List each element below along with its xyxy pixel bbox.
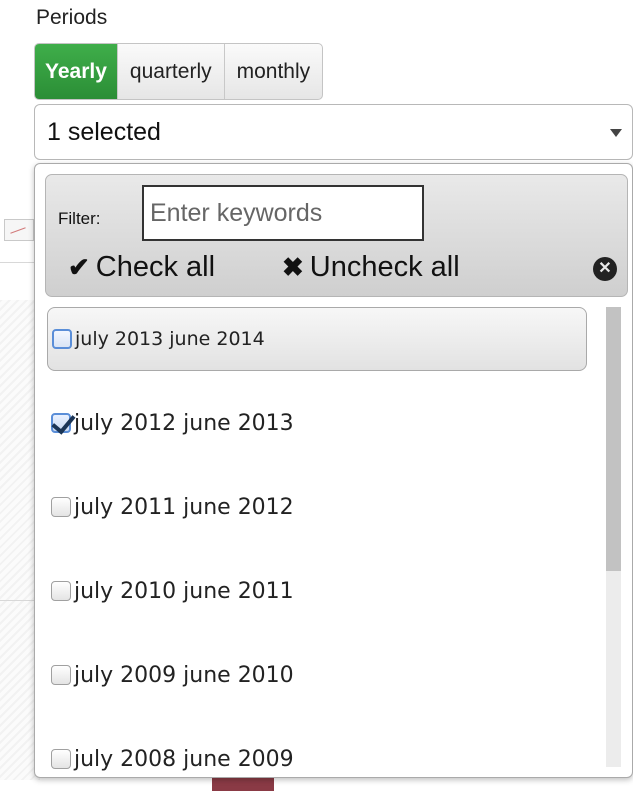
scrollbar-thumb[interactable] xyxy=(606,307,621,571)
option-label: july 2011 june 2012 xyxy=(74,494,294,520)
uncheck-all-label: Uncheck all xyxy=(309,251,460,283)
tab-yearly[interactable]: Yearly xyxy=(35,44,118,99)
option-checkbox[interactable] xyxy=(51,497,71,517)
background-divider xyxy=(0,600,36,601)
close-circle-icon[interactable]: ✕ xyxy=(593,257,617,281)
dropdown-header: Filter: ✔ Check all ✖ Uncheck all ✕ xyxy=(45,174,628,297)
option-checkbox[interactable] xyxy=(51,581,71,601)
option-item[interactable]: july 2011 june 2012 xyxy=(47,475,587,539)
scrollbar-track[interactable] xyxy=(606,307,621,767)
tab-quarterly[interactable]: quarterly xyxy=(118,44,225,99)
options-list: july 2013 june 2014 july 2012 june 2013 … xyxy=(35,304,595,774)
caret-down-icon xyxy=(610,129,622,137)
period-dropdown: Filter: ✔ Check all ✖ Uncheck all ✕ july… xyxy=(34,163,633,778)
option-label: july 2012 june 2013 xyxy=(74,410,294,436)
option-checkbox[interactable] xyxy=(51,749,71,769)
period-tabs: Yearly quarterly monthly xyxy=(34,43,324,100)
option-checkbox[interactable] xyxy=(52,329,72,349)
option-label: july 2008 june 2009 xyxy=(74,746,294,772)
option-item[interactable]: july 2012 june 2013 xyxy=(47,391,587,455)
check-icon: ✔ xyxy=(68,252,90,282)
option-label: july 2009 june 2010 xyxy=(74,662,294,688)
check-all-button[interactable]: ✔ Check all xyxy=(68,251,215,284)
option-item[interactable]: july 2009 june 2010 xyxy=(47,643,587,707)
tab-monthly[interactable]: monthly xyxy=(225,44,323,99)
option-item[interactable]: july 2013 june 2014 xyxy=(47,307,587,371)
filter-input[interactable] xyxy=(142,185,424,241)
option-label: july 2013 june 2014 xyxy=(75,328,265,350)
filter-label: Filter: xyxy=(58,209,101,228)
period-select[interactable]: 1 selected xyxy=(34,104,633,160)
background-divider xyxy=(0,262,36,263)
option-label: july 2010 june 2011 xyxy=(74,578,294,604)
x-icon: ✖ xyxy=(282,252,304,282)
uncheck-all-button[interactable]: ✖ Uncheck all xyxy=(282,251,460,284)
periods-label: Periods xyxy=(36,6,108,29)
background-chart-icon xyxy=(4,219,34,241)
option-checkbox[interactable] xyxy=(51,665,71,685)
select-value: 1 selected xyxy=(47,117,161,146)
option-item[interactable]: july 2008 june 2009 xyxy=(47,727,587,774)
option-checkbox[interactable] xyxy=(51,413,71,433)
check-all-label: Check all xyxy=(95,251,216,283)
option-item[interactable]: july 2010 june 2011 xyxy=(47,559,587,623)
